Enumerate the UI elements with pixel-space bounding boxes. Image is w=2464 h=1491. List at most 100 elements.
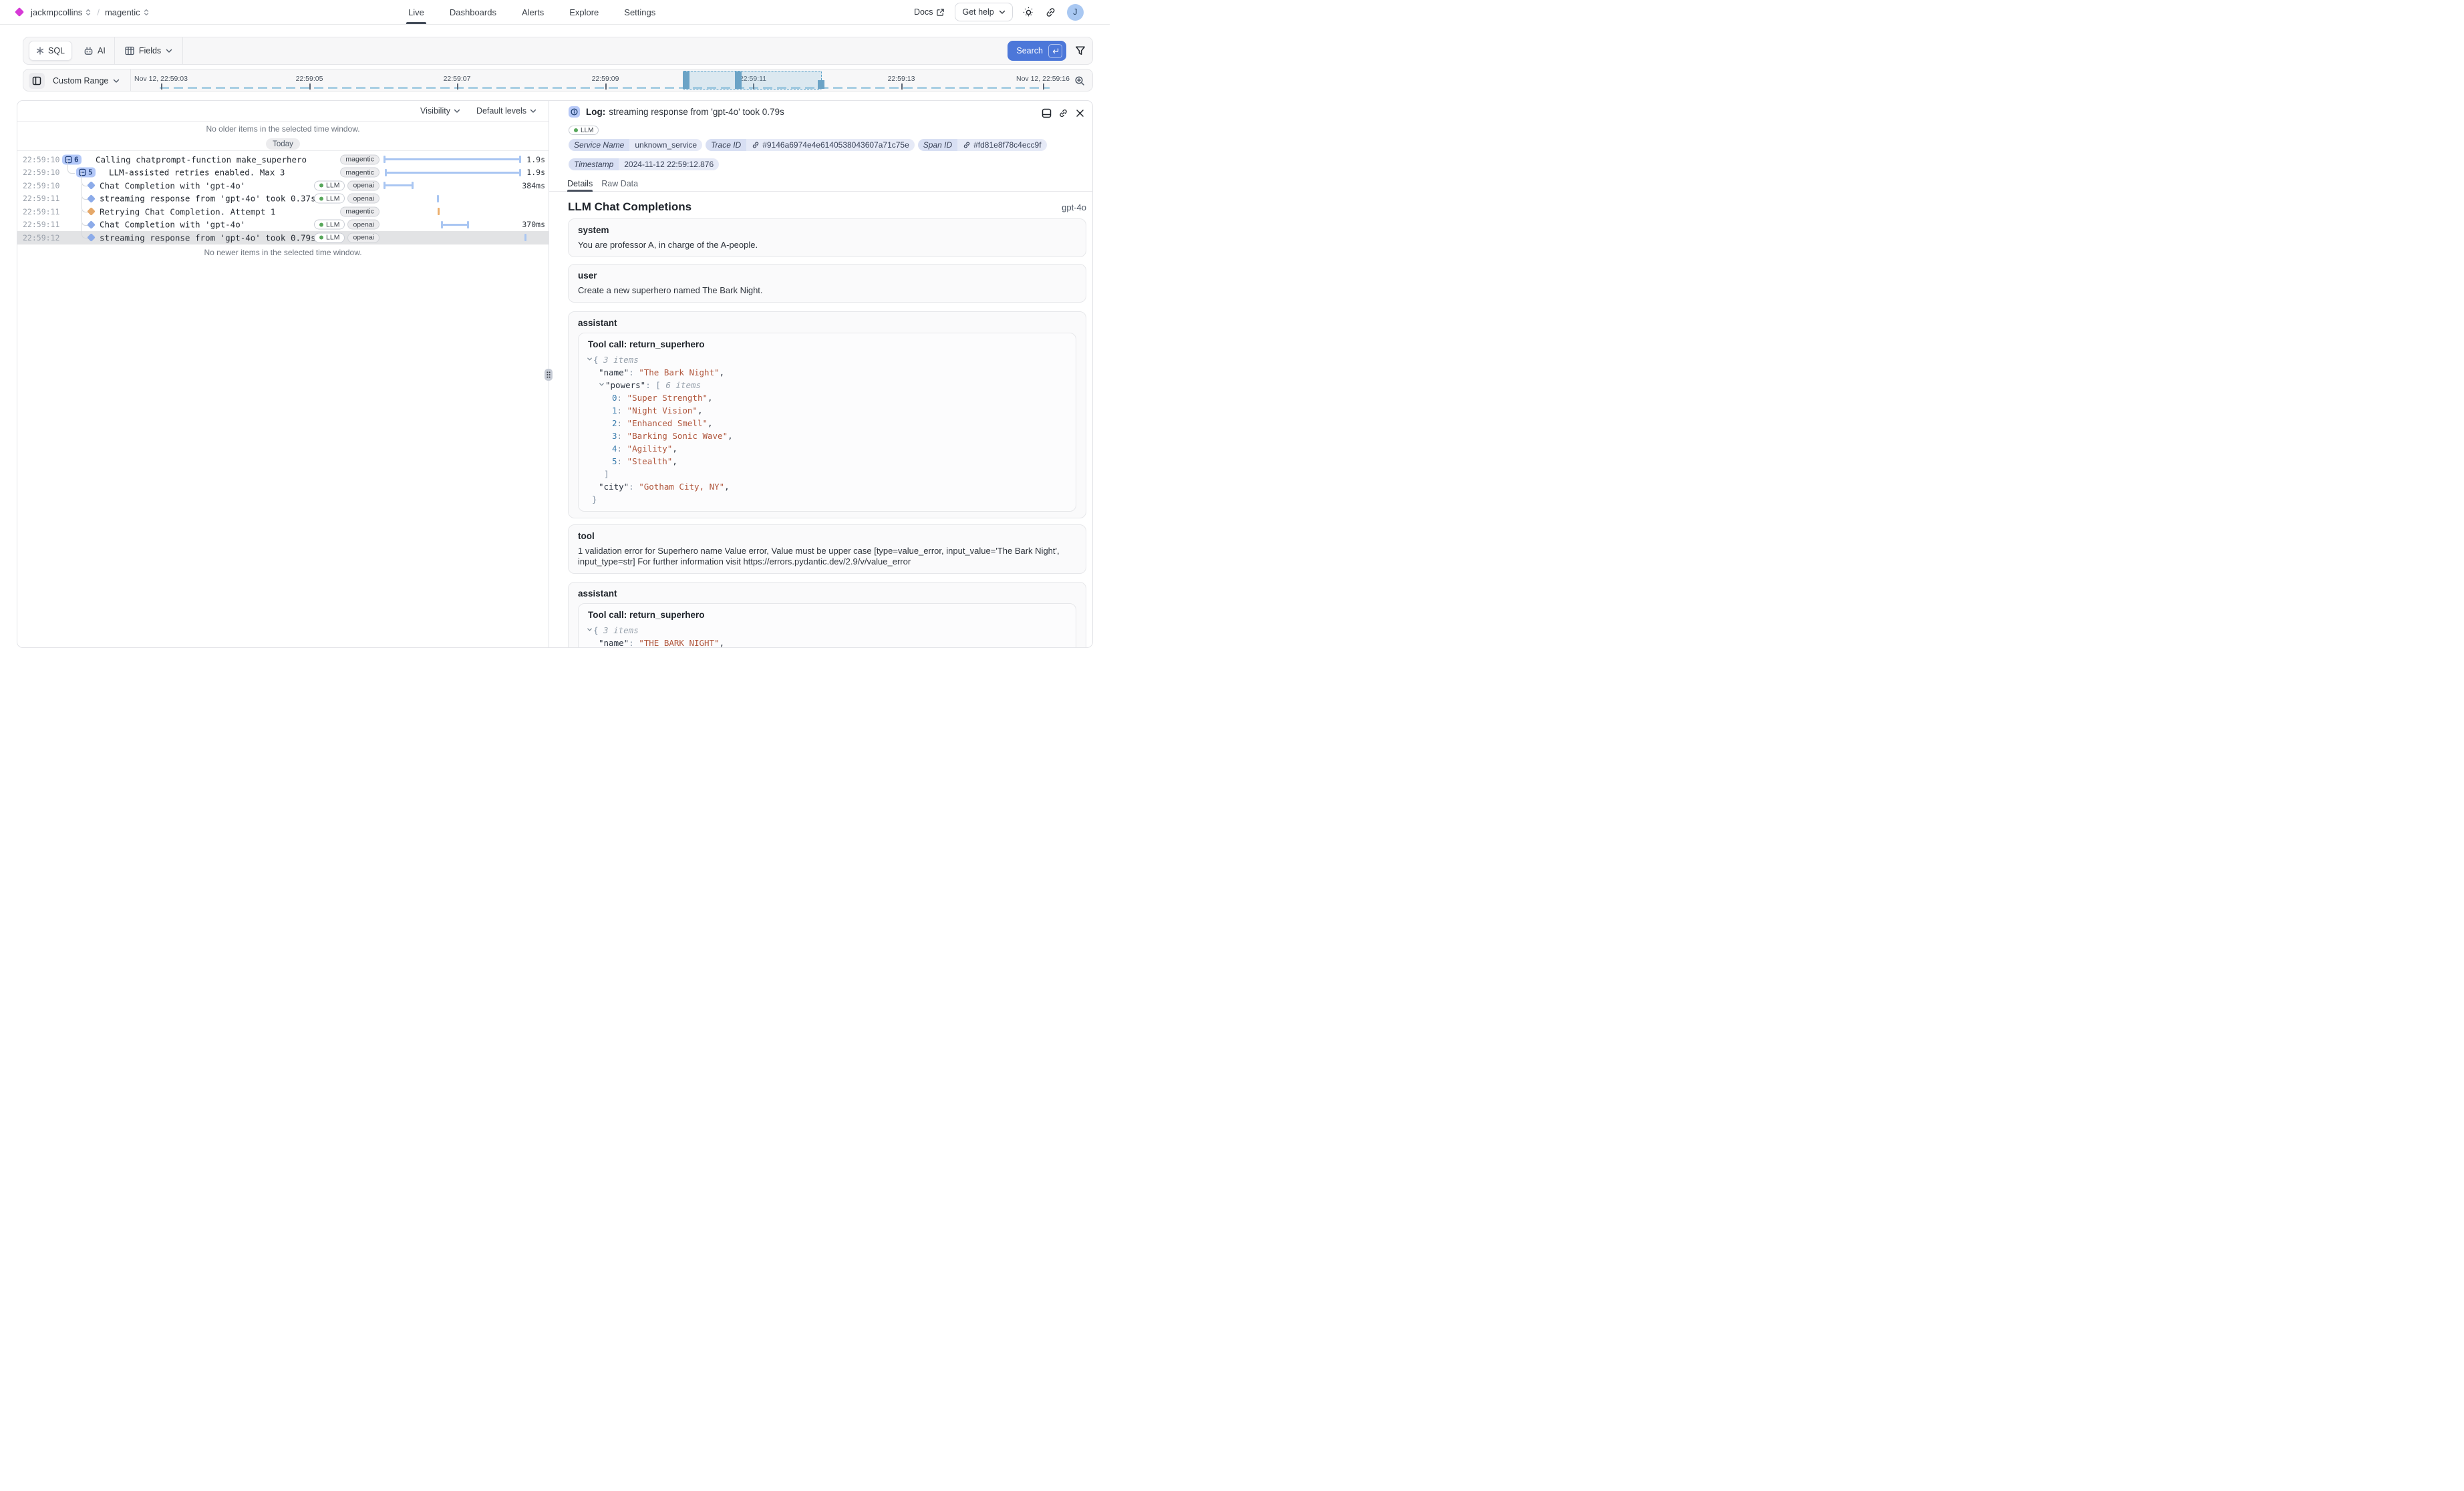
detail-heading-row: LLM Chat Completions gpt-4o	[568, 200, 1086, 213]
log-row[interactable]: 22:59:105LLM-assisted retries enabled. M…	[17, 166, 549, 180]
log-timestamp: 22:59:11	[23, 194, 59, 203]
timeline-histogram-bar	[735, 71, 742, 89]
log-tags: LLMopenai	[314, 180, 379, 190]
zoom-in-button[interactable]	[1074, 75, 1085, 86]
timeline-tick-mark	[309, 84, 311, 90]
chevron-down-icon	[530, 109, 536, 114]
sql-button[interactable]: SQL	[29, 41, 72, 61]
llm-dot-icon	[319, 196, 323, 200]
docs-link[interactable]: Docs	[914, 7, 945, 17]
no-older-items-text: No older items in the selected time wind…	[17, 124, 549, 134]
default-levels-label: Default levels	[476, 106, 526, 116]
search-button[interactable]: Search	[1008, 41, 1066, 61]
chevron-down-icon	[999, 10, 1006, 15]
copy-link-button[interactable]	[1057, 107, 1069, 119]
log-row[interactable]: 22:59:11streaming response from 'gpt-4o'…	[17, 192, 549, 206]
log-row[interactable]: 22:59:11Retrying Chat Completion. Attemp…	[17, 205, 549, 218]
close-icon	[1076, 109, 1084, 118]
nav-item-explore[interactable]: Explore	[569, 0, 599, 24]
json-collapse-chevron[interactable]	[587, 356, 593, 362]
chat-completions-heading: LLM Chat Completions	[568, 200, 691, 214]
log-row[interactable]: 22:59:10Chat Completion with 'gpt-4o'LLM…	[17, 179, 549, 192]
updown-icon	[143, 9, 150, 16]
close-panel-button[interactable]	[1074, 107, 1086, 119]
log-tags: LLMopenai	[314, 232, 379, 242]
log-timestamp: 22:59:10	[23, 181, 59, 190]
detail-tag-row: LLM	[569, 126, 599, 135]
span-id-value: #fd81e8f78c4ecc9f	[973, 140, 1041, 150]
log-row[interactable]: 22:59:106Calling chatprompt-function mak…	[17, 153, 549, 166]
tag-pill-magentic: magentic	[340, 206, 379, 216]
tab-details[interactable]: Details	[567, 176, 593, 191]
json-collapse-chevron[interactable]	[587, 627, 593, 633]
timeline-histogram-bar	[818, 80, 824, 89]
tag-pill-llm: LLM	[314, 180, 345, 190]
share-link-button[interactable]	[1045, 6, 1057, 18]
log-timestamp: 22:59:12	[23, 233, 59, 242]
timeline-baseline	[160, 87, 1050, 89]
link-icon	[1045, 7, 1056, 18]
timeline-tick-mark	[605, 84, 607, 90]
tool-call-title: Tool call: return_superhero	[585, 610, 1066, 620]
dock-panel-button[interactable]	[1040, 107, 1052, 119]
message-card-assistant: assistant Tool call: return_superhero{ 3 …	[568, 582, 1086, 647]
nav-item-settings[interactable]: Settings	[624, 0, 655, 24]
timeline-tick-mark	[1043, 84, 1044, 90]
duration-label: 370ms	[522, 220, 545, 229]
custom-range-selector[interactable]: Custom Range	[53, 69, 120, 92]
tab-raw-data[interactable]: Raw Data	[601, 176, 638, 191]
fields-label: Fields	[139, 46, 161, 55]
message-role: user	[578, 271, 1076, 281]
docs-label: Docs	[914, 7, 933, 17]
nav-item-dashboards[interactable]: Dashboards	[450, 0, 496, 24]
log-list-panel: Visibility Default levels No older items…	[17, 101, 549, 647]
visibility-dropdown[interactable]: Visibility	[420, 106, 460, 116]
llm-dot-icon	[319, 184, 323, 188]
spark-icon	[36, 47, 44, 55]
log-row[interactable]: 22:59:12 streaming response from 'gpt-4o'…	[17, 231, 549, 244]
json-line: 0: "Super Strength",	[585, 391, 1066, 404]
info-level-icon	[569, 106, 580, 118]
log-tags: magentic	[340, 154, 379, 164]
theme-toggle-button[interactable]	[1023, 6, 1035, 18]
tool-call-card: Tool call: return_superhero{ 3 items"nam…	[578, 603, 1076, 647]
timeline-tick-mark	[457, 84, 458, 90]
log-rows: 22:59:106Calling chatprompt-function mak…	[17, 153, 549, 244]
message-role: assistant	[578, 589, 1076, 599]
timeline-selection[interactable]	[683, 71, 822, 90]
default-levels-dropdown[interactable]: Default levels	[476, 106, 536, 116]
json-line: 4: "Agility",	[585, 442, 1066, 455]
log-message: Retrying Chat Completion. Attempt 1	[100, 206, 275, 216]
message-role: assistant	[578, 318, 1076, 328]
tag-pill-openai: openai	[347, 194, 379, 204]
trace-id-label: Trace ID	[706, 139, 746, 151]
json-collapse-chevron[interactable]	[599, 381, 605, 387]
log-timestamp: 22:59:10	[23, 155, 59, 164]
panel-resize-handle[interactable]	[545, 369, 553, 381]
nav-item-alerts[interactable]: Alerts	[522, 0, 544, 24]
timeline[interactable]: Nov 12, 22:59:0322:59:0522:59:0722:59:09…	[130, 69, 1067, 91]
nav-item-live[interactable]: Live	[408, 0, 424, 24]
message-card-tool: tool1 validation error for Superhero nam…	[568, 524, 1086, 574]
user-avatar[interactable]: J	[1067, 4, 1084, 21]
collapse-sidebar-button[interactable]	[29, 73, 45, 89]
get-help-button[interactable]: Get help	[955, 3, 1012, 21]
span-id-chip[interactable]: Span ID #fd81e8f78c4ecc9f	[918, 139, 1047, 151]
log-message: streaming response from 'gpt-4o' took 0.…	[100, 232, 316, 242]
filter-button[interactable]	[1075, 45, 1086, 56]
trace-id-chip[interactable]: Trace ID #9146a6974e4e6140538043607a71c7…	[706, 139, 915, 151]
org-selector[interactable]: jackmpcollins	[31, 7, 92, 17]
external-link-icon	[936, 8, 945, 17]
project-selector[interactable]: magentic	[105, 7, 150, 17]
log-tags: magentic	[340, 168, 379, 178]
log-list-header: Visibility Default levels	[17, 101, 549, 122]
ai-button[interactable]: AI	[75, 41, 114, 61]
service-name-chip: Service Name unknown_service	[569, 139, 702, 151]
log-message: Chat Completion with 'gpt-4o'	[100, 220, 245, 230]
link-icon	[1058, 108, 1068, 118]
magnifier-plus-icon	[1074, 75, 1085, 86]
sun-icon	[1023, 7, 1034, 18]
fields-button[interactable]: Fields	[115, 37, 182, 64]
log-timestamp: 22:59:10	[23, 168, 59, 177]
log-row[interactable]: 22:59:11Chat Completion with 'gpt-4o'LLM…	[17, 218, 549, 232]
